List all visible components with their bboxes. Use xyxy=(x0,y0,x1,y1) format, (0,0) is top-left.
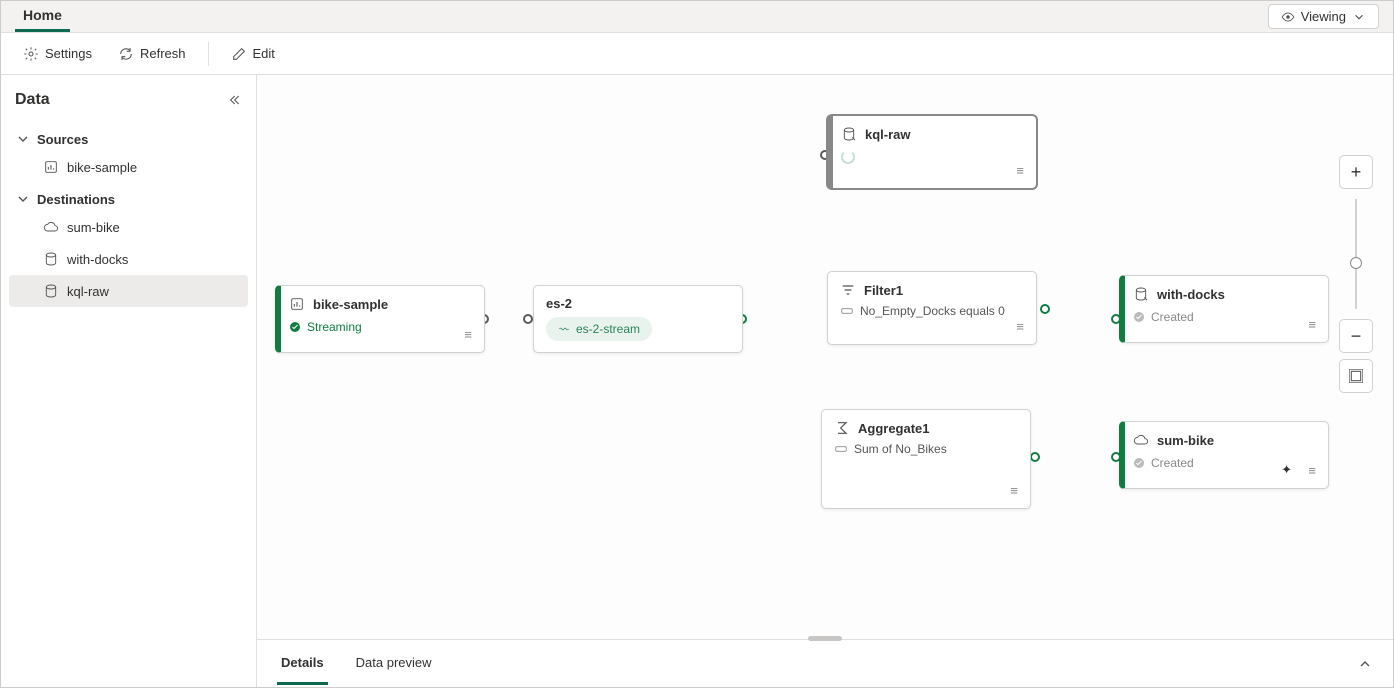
node-subtitle: Sum of No_Bikes xyxy=(854,442,947,456)
zoom-handle[interactable] xyxy=(1350,257,1362,269)
node-title: sum-bike xyxy=(1157,433,1214,448)
sidebar-item-sum-bike[interactable]: sum-bike xyxy=(9,211,248,243)
canvas-wrap: bike-sample Streaming ≡ es-2 es-2-stream xyxy=(257,75,1393,687)
sidebar-item-label: with-docks xyxy=(67,252,128,267)
edges xyxy=(257,75,557,225)
node-title: Filter1 xyxy=(864,283,903,298)
node-bike-sample[interactable]: bike-sample Streaming ≡ xyxy=(275,285,485,353)
edit-icon xyxy=(231,46,247,62)
viewing-dropdown[interactable]: Viewing xyxy=(1268,4,1379,29)
node-title: with-docks xyxy=(1157,287,1225,302)
node-status-label: Streaming xyxy=(307,320,362,334)
sidebar-title: Data xyxy=(15,91,50,109)
field-icon xyxy=(834,442,848,456)
refresh-button[interactable]: Refresh xyxy=(110,40,194,68)
sidebar-item-with-docks[interactable]: with-docks xyxy=(9,243,248,275)
viewing-label: Viewing xyxy=(1301,9,1346,24)
database-icon xyxy=(43,283,59,299)
section-label-destinations: Destinations xyxy=(37,192,115,207)
settings-button[interactable]: Settings xyxy=(15,40,100,68)
port[interactable] xyxy=(1030,452,1040,462)
chevron-up-icon[interactable] xyxy=(1357,656,1373,672)
node-filter1[interactable]: Filter1 No_Empty_Docks equals 0 ≡ xyxy=(827,271,1037,345)
node-title: bike-sample xyxy=(313,297,388,312)
refresh-icon xyxy=(118,46,134,62)
toolbar-separator xyxy=(208,42,209,66)
lines-menu-icon[interactable]: ≡ xyxy=(1010,483,1018,498)
zoom-out-button[interactable]: − xyxy=(1339,319,1373,353)
node-title: Aggregate1 xyxy=(858,421,930,436)
bottom-panel-tabs: Details Data preview xyxy=(257,639,1393,687)
zoom-in-button[interactable]: + xyxy=(1339,155,1373,189)
node-with-docks[interactable]: with-docks Created ≡ xyxy=(1119,275,1329,343)
database-icon xyxy=(43,251,59,267)
page-tab-strip: Home Viewing xyxy=(1,1,1393,33)
edit-button[interactable]: Edit xyxy=(223,40,283,68)
canvas[interactable]: bike-sample Streaming ≡ es-2 es-2-stream xyxy=(257,75,1393,639)
barchart-icon xyxy=(43,159,59,175)
database-icon xyxy=(841,126,857,142)
settings-label: Settings xyxy=(45,46,92,61)
lines-menu-icon[interactable]: ≡ xyxy=(1308,463,1316,478)
sidebar-item-label: bike-sample xyxy=(67,160,137,175)
zoom-slider[interactable] xyxy=(1355,199,1357,309)
sidebar-item-kql-raw[interactable]: kql-raw xyxy=(9,275,248,307)
zoom-controls: + − xyxy=(1339,155,1373,393)
node-title: es-2 xyxy=(546,296,572,311)
node-kql-raw[interactable]: kql-raw ≡ xyxy=(827,115,1037,189)
toolbar: Settings Refresh Edit xyxy=(1,33,1393,75)
node-status-label: Created xyxy=(1151,310,1194,324)
check-circle-icon xyxy=(1133,457,1145,469)
stream-icon xyxy=(558,323,570,335)
node-es-2[interactable]: es-2 es-2-stream xyxy=(533,285,743,353)
cloud-icon xyxy=(1133,432,1149,448)
fit-icon xyxy=(1348,368,1364,384)
node-status-label: Created xyxy=(1151,456,1194,470)
chevron-down-icon xyxy=(15,131,31,147)
lines-menu-icon[interactable]: ≡ xyxy=(1308,317,1316,332)
refresh-label: Refresh xyxy=(140,46,186,61)
spinner-icon xyxy=(841,150,855,164)
sparkle-icon[interactable]: ✦ xyxy=(1281,462,1292,478)
edit-label: Edit xyxy=(253,46,275,61)
check-circle-icon xyxy=(1133,311,1145,323)
node-aggregate1[interactable]: Aggregate1 Sum of No_Bikes ≡ xyxy=(821,409,1031,509)
database-icon xyxy=(1133,286,1149,302)
tab-details[interactable]: Details xyxy=(277,643,328,685)
port[interactable] xyxy=(1040,304,1050,314)
sigma-icon xyxy=(834,420,850,436)
node-subtitle: No_Empty_Docks equals 0 xyxy=(860,304,1005,318)
lines-menu-icon[interactable]: ≡ xyxy=(1016,319,1024,334)
filter-icon xyxy=(840,282,856,298)
lines-menu-icon[interactable]: ≡ xyxy=(464,327,472,342)
tree-section-destinations[interactable]: Destinations xyxy=(9,183,248,211)
sidebar: Data Sources bike-sample Destinations su… xyxy=(1,75,257,687)
section-label-sources: Sources xyxy=(37,132,88,147)
eye-icon xyxy=(1281,10,1295,24)
node-sum-bike[interactable]: sum-bike Created ✦ ≡ xyxy=(1119,421,1329,489)
gear-icon xyxy=(23,46,39,62)
cloud-icon xyxy=(43,219,59,235)
tab-home[interactable]: Home xyxy=(15,1,70,32)
chip-label: es-2-stream xyxy=(576,322,640,336)
tab-data-preview[interactable]: Data preview xyxy=(352,643,436,685)
stream-chip[interactable]: es-2-stream xyxy=(546,317,652,341)
tree-section-sources[interactable]: Sources xyxy=(9,123,248,151)
sidebar-item-label: kql-raw xyxy=(67,284,109,299)
collapse-panel-icon[interactable] xyxy=(226,92,242,108)
check-circle-icon xyxy=(289,321,301,333)
node-title: kql-raw xyxy=(865,127,911,142)
fit-to-screen-button[interactable] xyxy=(1339,359,1373,393)
chevron-down-icon xyxy=(15,191,31,207)
field-icon xyxy=(840,304,854,318)
port[interactable] xyxy=(523,314,533,324)
barchart-icon xyxy=(289,296,305,312)
lines-menu-icon[interactable]: ≡ xyxy=(1016,163,1024,178)
sidebar-item-bike-sample[interactable]: bike-sample xyxy=(9,151,248,183)
drag-handle[interactable] xyxy=(808,636,842,641)
chevron-down-icon xyxy=(1352,10,1366,24)
sidebar-item-label: sum-bike xyxy=(67,220,120,235)
